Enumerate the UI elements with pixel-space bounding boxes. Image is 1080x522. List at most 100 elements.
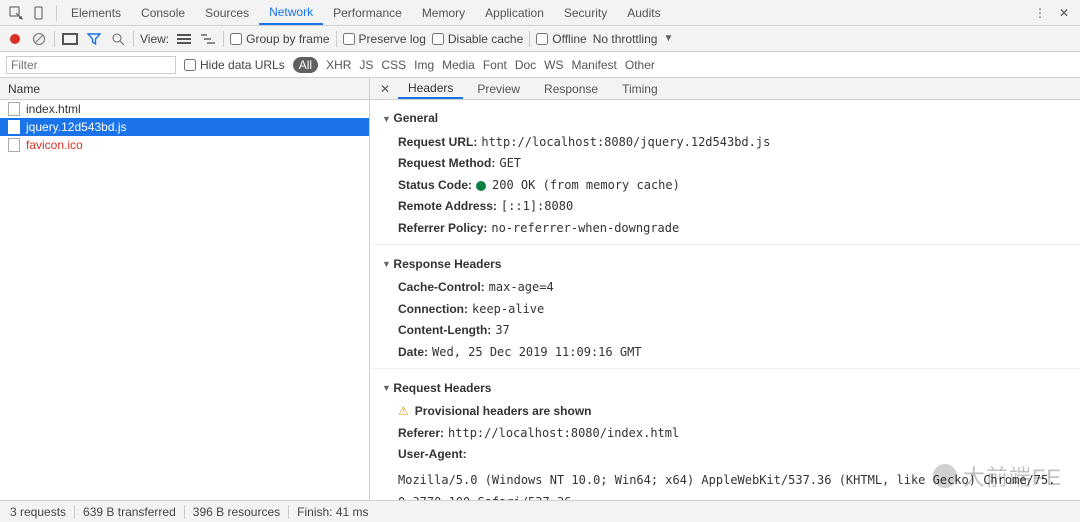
search-icon[interactable] xyxy=(109,30,127,48)
tb-sep-4 xyxy=(336,31,337,47)
group-by-frame-checkbox[interactable]: Group by frame xyxy=(230,32,329,46)
status-resources: 396 B resources xyxy=(193,505,280,519)
dtab-preview[interactable]: Preview xyxy=(467,78,530,99)
dtab-timing[interactable]: Timing xyxy=(612,78,668,99)
filmstrip-icon[interactable] xyxy=(61,30,79,48)
kv-value: 200 OK (from memory cache) xyxy=(492,175,680,197)
preserve-log-checkbox[interactable]: Preserve log xyxy=(343,32,426,46)
kv-value: max-age=4 xyxy=(489,277,554,299)
filter-type-other[interactable]: Other xyxy=(625,58,655,72)
column-name[interactable]: Name xyxy=(0,78,369,100)
request-row[interactable]: jquery.12d543bd.js xyxy=(0,118,369,136)
tab-performance[interactable]: Performance xyxy=(323,0,412,25)
request-row[interactable]: favicon.ico xyxy=(0,136,369,154)
kv-key: Request URL: xyxy=(398,132,477,154)
kv-key: Referer: xyxy=(398,423,444,445)
kv-key: Cache-Control: xyxy=(398,277,485,299)
record-icon[interactable] xyxy=(6,30,24,48)
filter-type-manifest[interactable]: Manifest xyxy=(572,58,617,72)
kv-key: Remote Address: xyxy=(398,196,497,218)
doc-icon xyxy=(8,138,20,152)
request-name: favicon.ico xyxy=(26,138,83,152)
tab-sources[interactable]: Sources xyxy=(195,0,259,25)
kv-key: Request Method: xyxy=(398,153,495,175)
section-request-headers[interactable]: Request Headers xyxy=(370,376,1080,402)
kv-value: GET xyxy=(499,153,521,175)
request-list: Name index.html jquery.12d543bd.js favic… xyxy=(0,78,370,500)
tb-sep-2 xyxy=(133,31,134,47)
kv-key: Date: xyxy=(398,342,428,364)
status-finish: Finish: 41 ms xyxy=(297,505,368,519)
waterfall-icon[interactable] xyxy=(199,30,217,48)
hide-data-urls-checkbox[interactable]: Hide data URLs xyxy=(184,58,285,72)
filter-type-doc[interactable]: Doc xyxy=(515,58,536,72)
filter-input[interactable] xyxy=(6,56,176,74)
tb-sep-5 xyxy=(529,31,530,47)
details-tabs: ✕ Headers Preview Response Timing xyxy=(370,78,1080,100)
kv-value: http://localhost:8080/index.html xyxy=(448,423,679,445)
device-icon[interactable] xyxy=(28,0,52,25)
tab-network[interactable]: Network xyxy=(259,0,323,25)
tb-sep xyxy=(54,31,55,47)
status-dot-icon xyxy=(476,181,486,191)
tab-memory[interactable]: Memory xyxy=(412,0,475,25)
provisional-warning: ⚠Provisional headers are shown xyxy=(370,401,1080,423)
main-tabs: Elements Console Sources Network Perform… xyxy=(0,0,1080,26)
details-pane: ✕ Headers Preview Response Timing Genera… xyxy=(370,78,1080,500)
network-toolbar: View: Group by frame Preserve log Disabl… xyxy=(0,26,1080,52)
filter-icon[interactable] xyxy=(85,30,103,48)
clear-icon[interactable] xyxy=(30,30,48,48)
offline-checkbox[interactable]: Offline xyxy=(536,32,586,46)
kv-value: 37 xyxy=(495,320,509,342)
kv-key: Connection: xyxy=(398,299,468,321)
kv-value: http://localhost:8080/jquery.12d543bd.js xyxy=(481,132,770,154)
kv-value: keep-alive xyxy=(472,299,544,321)
filter-type-all[interactable]: All xyxy=(293,57,318,73)
menu-icon[interactable]: ⋮ xyxy=(1028,0,1052,25)
kv-key: Status Code: xyxy=(398,175,472,197)
filter-type-xhr[interactable]: XHR xyxy=(326,58,351,72)
doc-icon xyxy=(8,102,20,116)
section-response-headers[interactable]: Response Headers xyxy=(370,252,1080,278)
kv-key: User-Agent: xyxy=(398,444,467,466)
tabs-sep xyxy=(56,5,57,21)
filter-type-css[interactable]: CSS xyxy=(381,58,406,72)
status-transferred: 639 B transferred xyxy=(83,505,176,519)
kv-key: Content-Length: xyxy=(398,320,491,342)
view-label: View: xyxy=(140,32,169,46)
tab-application[interactable]: Application xyxy=(475,0,554,25)
filter-type-js[interactable]: JS xyxy=(359,58,373,72)
tab-console[interactable]: Console xyxy=(131,0,195,25)
kv-value: Mozilla/5.0 (Windows NT 10.0; Win64; x64… xyxy=(398,470,1068,500)
kv-value: [::1]:8080 xyxy=(501,196,573,218)
dtab-headers[interactable]: Headers xyxy=(398,78,463,99)
disable-cache-checkbox[interactable]: Disable cache xyxy=(432,32,523,46)
status-bar: 3 requests 639 B transferred 396 B resou… xyxy=(0,500,1080,522)
tab-audits[interactable]: Audits xyxy=(617,0,670,25)
tab-elements[interactable]: Elements xyxy=(61,0,131,25)
kv-key: Referrer Policy: xyxy=(398,218,487,240)
inspect-icon[interactable] xyxy=(4,0,28,25)
dtab-response[interactable]: Response xyxy=(534,78,608,99)
throttling-select[interactable]: No throttling xyxy=(593,32,658,46)
tab-security[interactable]: Security xyxy=(554,0,617,25)
filter-type-media[interactable]: Media xyxy=(442,58,475,72)
close-icon[interactable]: ✕ xyxy=(376,82,394,96)
section-general[interactable]: General xyxy=(370,106,1080,132)
filter-row: Hide data URLs All XHR JS CSS Img Media … xyxy=(0,52,1080,78)
kv-value: Wed, 25 Dec 2019 11:09:16 GMT xyxy=(432,342,642,364)
filter-type-ws[interactable]: WS xyxy=(544,58,563,72)
chevron-down-icon[interactable]: ▼ xyxy=(663,33,673,44)
request-rows: index.html jquery.12d543bd.js favicon.ic… xyxy=(0,100,369,500)
details-body: General Request URL:http://localhost:808… xyxy=(370,100,1080,500)
large-rows-icon[interactable] xyxy=(175,30,193,48)
request-row[interactable]: index.html xyxy=(0,100,369,118)
panes: Name index.html jquery.12d543bd.js favic… xyxy=(0,78,1080,500)
filter-type-font[interactable]: Font xyxy=(483,58,507,72)
doc-icon xyxy=(8,120,20,134)
tb-sep-3 xyxy=(223,31,224,47)
kv-value: no-referrer-when-downgrade xyxy=(491,218,679,240)
close-devtools-icon[interactable]: ✕ xyxy=(1052,0,1076,25)
request-name: index.html xyxy=(26,102,81,116)
filter-type-img[interactable]: Img xyxy=(414,58,434,72)
